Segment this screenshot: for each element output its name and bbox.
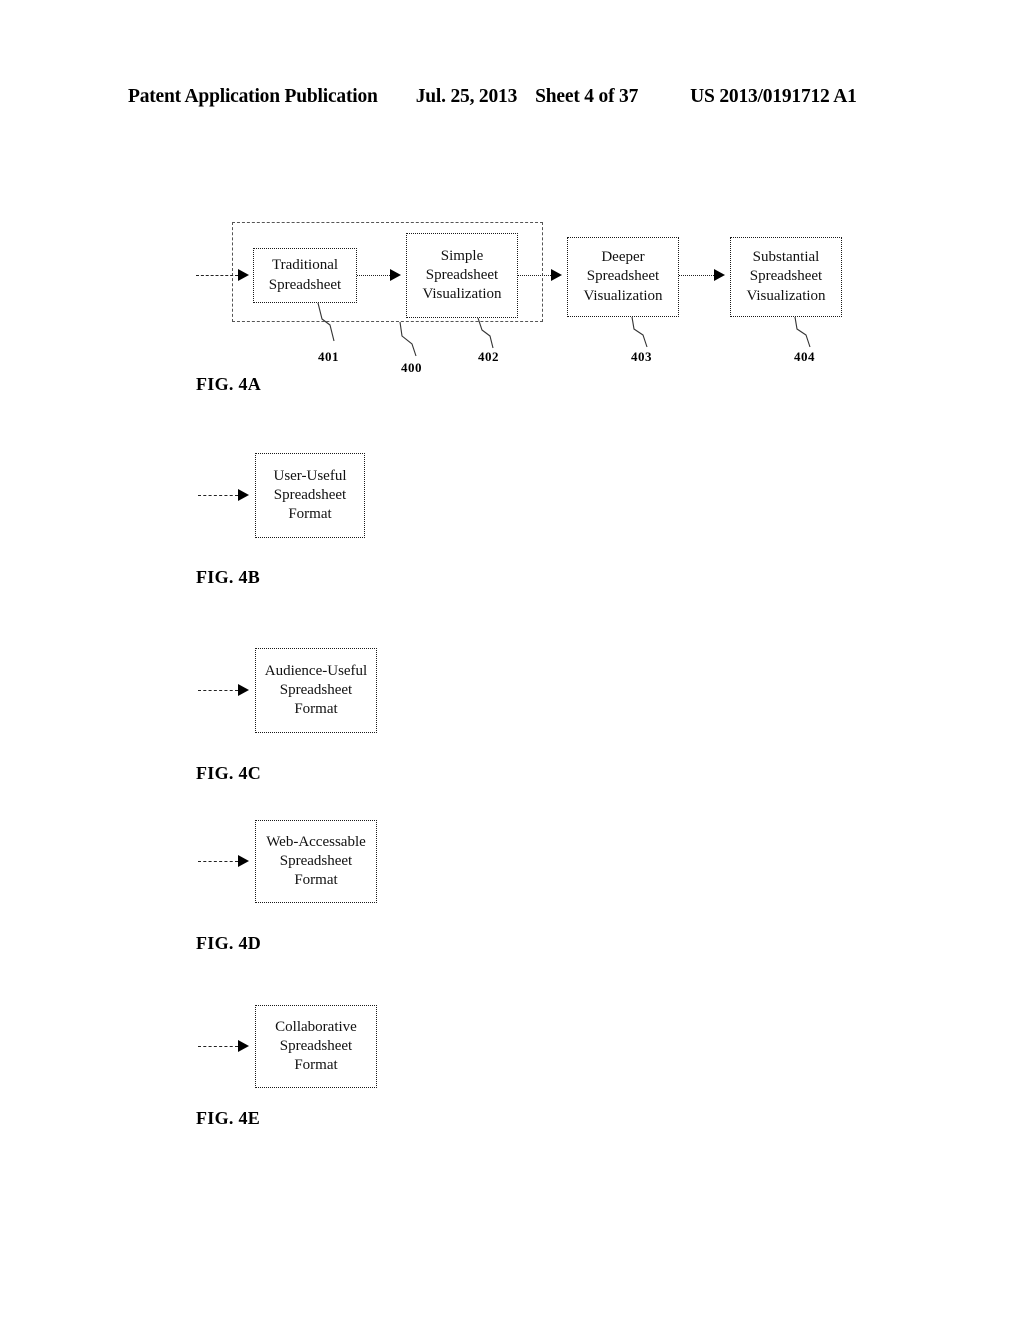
figure-4a-input-arrow-line xyxy=(196,275,238,276)
figure-4c-input-arrow-head xyxy=(238,684,249,696)
node-substantial-spreadsheet-visualization[interactable]: Substantial Spreadsheet Visualization xyxy=(730,237,842,317)
node-deeper-spreadsheet-visualization[interactable]: Deeper Spreadsheet Visualization xyxy=(567,237,679,317)
leader-line-404 xyxy=(794,316,811,348)
figure-4a-input-arrow-head xyxy=(238,269,249,281)
node-line: User-Useful xyxy=(273,467,347,484)
node-line: Format xyxy=(294,701,338,718)
figure-4a-connector-401-402 xyxy=(357,275,390,276)
figure-label-4c: FIG. 4C xyxy=(196,763,262,783)
node-simple-spreadsheet-visualization[interactable]: Simple Spreadsheet Visualization xyxy=(406,233,518,318)
figure-4c-input-arrow-line xyxy=(198,690,238,691)
figure-4e-input-arrow-head xyxy=(238,1040,249,1052)
leader-line-400 xyxy=(399,321,417,357)
ref-numeral-404: 404 xyxy=(794,349,815,364)
figure-4b-input-arrow-line xyxy=(198,495,238,496)
header-sheet-text: Sheet 4 of 37 xyxy=(535,86,639,107)
leader-line-401 xyxy=(317,302,335,342)
figure-4a-connector-403-404 xyxy=(679,275,714,276)
node-line: Spreadsheet xyxy=(268,276,342,293)
node-line: Simple xyxy=(440,247,484,264)
node-line: Format xyxy=(294,1057,338,1074)
node-line: Traditional xyxy=(271,257,339,274)
header-patent-number: US 2013/0191712 A1 xyxy=(690,86,857,107)
page-header: Patent Application Publication Jul. 25, … xyxy=(128,86,896,112)
node-line: Collaborative xyxy=(275,1018,357,1035)
node-line: Spreadsheet xyxy=(279,852,353,869)
figure-4a-arrow-head-402-403 xyxy=(551,269,562,281)
figure-4a-arrow-head-403-404 xyxy=(714,269,725,281)
figure-4b-input-arrow-head xyxy=(238,489,249,501)
figure-4d-input-arrow-line xyxy=(198,861,238,862)
node-line: Visualization xyxy=(422,286,502,303)
leader-line-403 xyxy=(631,316,648,348)
node-web-accessable-spreadsheet-format[interactable]: Web-Accessable Spreadsheet Format xyxy=(255,820,377,903)
leader-line-402 xyxy=(477,317,494,349)
figure-4d-input-arrow-head xyxy=(238,855,249,867)
node-line: Visualization xyxy=(583,287,663,304)
node-line: Spreadsheet xyxy=(273,486,347,503)
node-line: Format xyxy=(288,506,332,523)
ref-numeral-401: 401 xyxy=(318,349,339,364)
figure-label-4e: FIG. 4E xyxy=(196,1108,261,1128)
figure-4a-arrow-head-401-402 xyxy=(390,269,401,281)
node-line: Audience-Useful xyxy=(264,662,368,679)
figure-label-4b: FIG. 4B xyxy=(196,567,261,587)
ref-numeral-403: 403 xyxy=(631,349,652,364)
header-publication-text: Patent Application Publication xyxy=(128,86,378,107)
figure-4a-connector-402-403 xyxy=(518,275,551,276)
header-date-text: Jul. 25, 2013 xyxy=(415,86,518,107)
ref-numeral-400: 400 xyxy=(401,360,422,375)
node-traditional-spreadsheet[interactable]: Traditional Spreadsheet xyxy=(253,248,357,303)
node-line: Spreadsheet xyxy=(279,681,353,698)
node-line: Spreadsheet xyxy=(749,268,823,285)
node-line: Spreadsheet xyxy=(279,1037,353,1054)
figure-label-4a: FIG. 4A xyxy=(196,374,262,394)
node-collaborative-spreadsheet-format[interactable]: Collaborative Spreadsheet Format xyxy=(255,1005,377,1088)
node-line: Substantial xyxy=(752,249,820,266)
figure-label-4d: FIG. 4D xyxy=(196,933,262,953)
node-audience-useful-spreadsheet-format[interactable]: Audience-Useful Spreadsheet Format xyxy=(255,648,377,733)
ref-numeral-402: 402 xyxy=(478,349,499,364)
node-user-useful-spreadsheet-format[interactable]: User-Useful Spreadsheet Format xyxy=(255,453,365,538)
node-line: Visualization xyxy=(746,287,826,304)
node-line: Spreadsheet xyxy=(586,268,660,285)
node-line: Deeper xyxy=(601,249,645,266)
node-line: Spreadsheet xyxy=(425,266,499,283)
figure-4e-input-arrow-line xyxy=(198,1046,238,1047)
node-line: Web-Accessable xyxy=(266,833,366,850)
node-line: Format xyxy=(294,872,338,889)
